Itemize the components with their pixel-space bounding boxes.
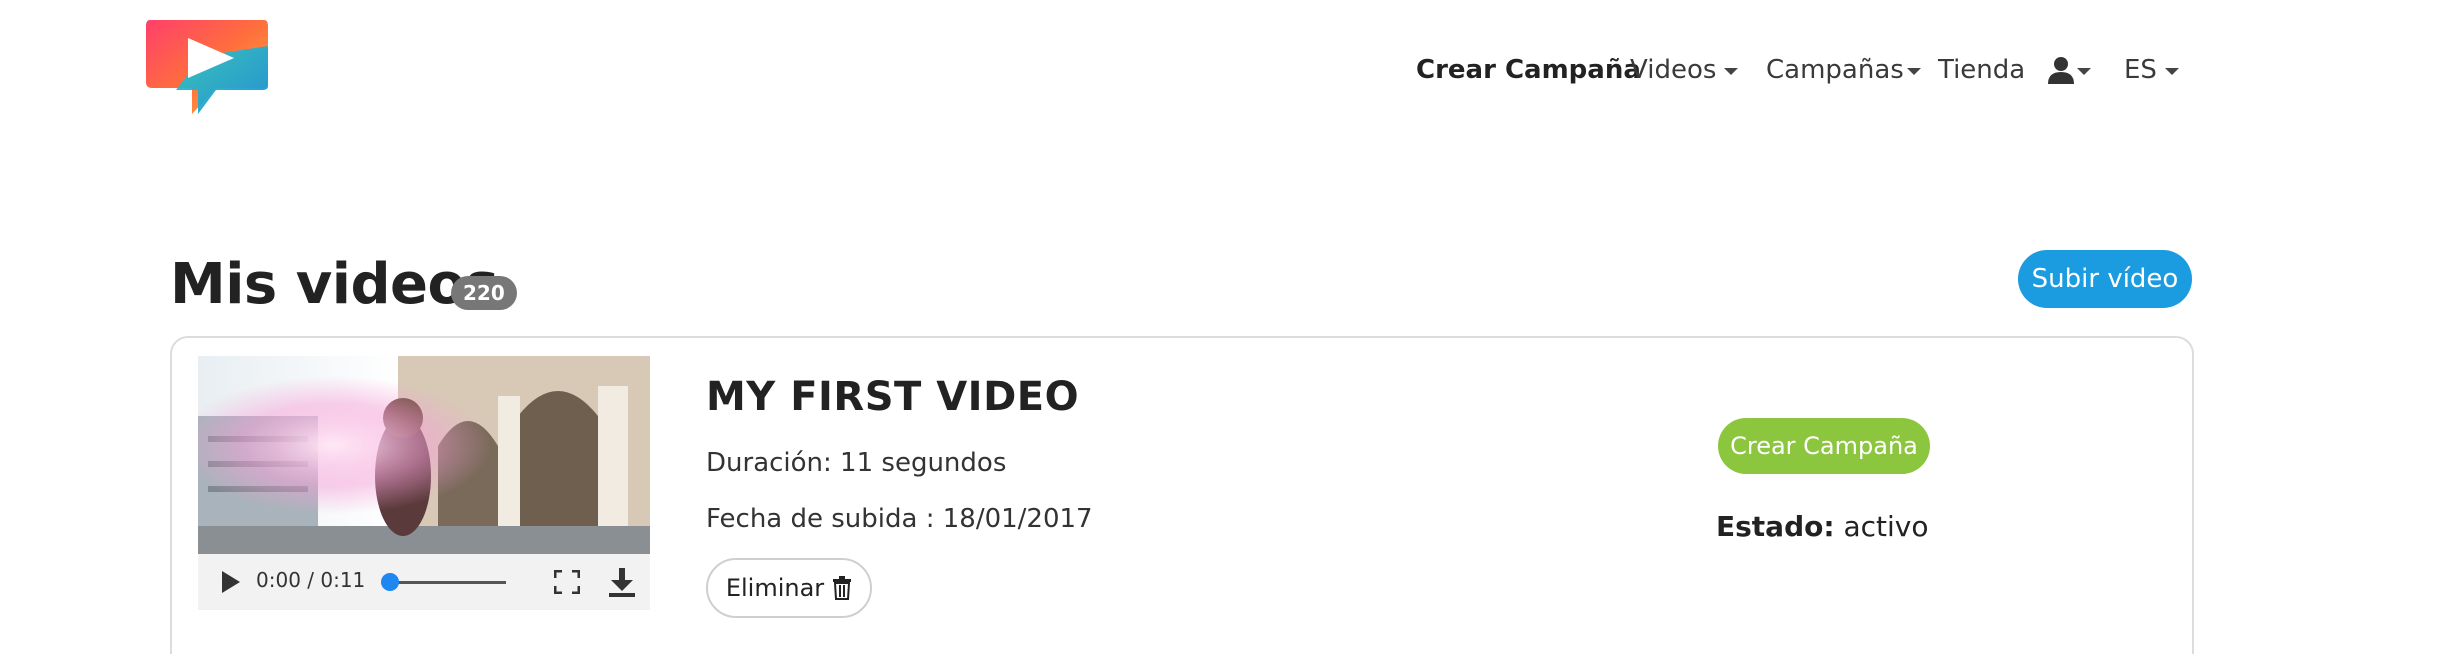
video-title: MY FIRST VIDEO bbox=[706, 374, 1080, 420]
nav-store[interactable]: Tienda bbox=[1938, 48, 2025, 92]
nav-videos-label: Videos bbox=[1630, 55, 1717, 85]
nav-campaigns-label: Campañas bbox=[1766, 55, 1904, 85]
chevron-down-icon bbox=[2164, 67, 2179, 75]
chevron-down-icon bbox=[1724, 67, 1739, 75]
create-campaign-button[interactable]: Crear Campaña bbox=[1718, 418, 1930, 474]
user-icon bbox=[2048, 57, 2074, 84]
upload-video-button[interactable]: Subir vídeo bbox=[2018, 250, 2192, 308]
seek-handle[interactable] bbox=[381, 573, 399, 591]
video-duration: Duración: 11 segundos bbox=[706, 448, 1007, 478]
nav-create-campaign-label: Crear Campaña bbox=[1416, 55, 1641, 85]
nav-user-dropdown[interactable] bbox=[2048, 48, 2091, 92]
nav-campaigns-dropdown[interactable]: Campañas bbox=[1766, 48, 1921, 92]
player-time: 0:00 / 0:11 bbox=[256, 568, 366, 592]
chevron-down-icon bbox=[2077, 67, 2091, 75]
trash-icon bbox=[833, 576, 852, 600]
chevron-down-icon bbox=[1906, 67, 1921, 75]
nav-store-label: Tienda bbox=[1938, 55, 2026, 85]
delete-button-label: Eliminar bbox=[725, 574, 825, 602]
nav-create-campaign[interactable]: Crear Campaña bbox=[1416, 48, 1641, 92]
video-upload-date: Fecha de subida : 18/01/2017 bbox=[706, 504, 1093, 534]
main-nav: Crear Campaña Videos Campañas Tienda ES bbox=[0, 48, 2464, 92]
video-count-badge: 220 bbox=[451, 276, 517, 310]
status-label: Estado: bbox=[1716, 510, 1835, 543]
page-title: Mis videos bbox=[170, 252, 499, 317]
status-value: activo bbox=[1843, 510, 1929, 543]
nav-language-dropdown[interactable]: ES bbox=[2124, 48, 2179, 92]
download-icon[interactable] bbox=[608, 566, 636, 598]
seek-bar[interactable] bbox=[386, 581, 506, 584]
delete-video-button[interactable]: Eliminar bbox=[706, 558, 872, 618]
nav-videos-dropdown[interactable]: Videos bbox=[1630, 48, 1739, 92]
play-icon[interactable] bbox=[222, 571, 240, 593]
fullscreen-icon[interactable] bbox=[554, 570, 580, 594]
nav-language-label: ES bbox=[2124, 55, 2157, 85]
video-thumbnail[interactable] bbox=[198, 356, 650, 554]
video-status: Estado: activo bbox=[1716, 510, 1928, 543]
video-player-controls: 0:00 / 0:11 bbox=[198, 554, 650, 610]
